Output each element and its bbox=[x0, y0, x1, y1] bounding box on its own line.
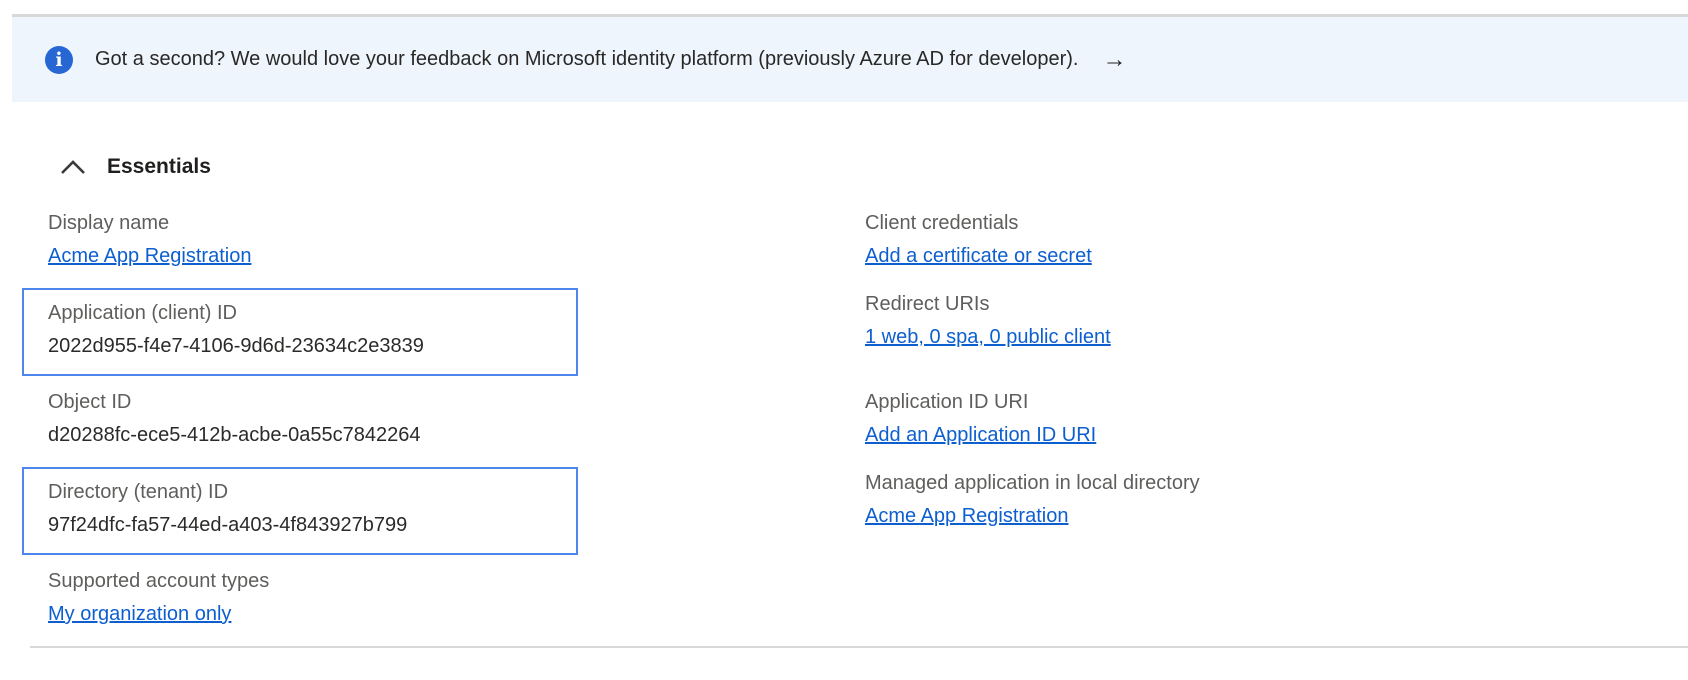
banner-text: Got a second? We would love your feedbac… bbox=[95, 48, 1079, 70]
redirect-uris-link[interactable]: 1 web, 0 spa, 0 public client bbox=[865, 326, 1111, 348]
field-label: Client credentials bbox=[865, 212, 1019, 234]
bottom-divider bbox=[30, 646, 1688, 648]
client-credentials-link[interactable]: Add a certificate or secret bbox=[865, 245, 1092, 267]
essentials-header[interactable]: Essentials bbox=[60, 155, 1688, 179]
arrow-right-icon[interactable]: → bbox=[1102, 46, 1126, 74]
field-label: Directory (tenant) ID bbox=[48, 481, 229, 503]
application-client-id-value: 2022d955-f4e7-4106-9d6d-23634c2e3839 bbox=[48, 335, 424, 357]
field-directory-tenant-id: Directory (tenant) ID 97f24dfc-fa57-44ed… bbox=[22, 467, 578, 555]
essentials-title: Essentials bbox=[107, 155, 211, 178]
directory-tenant-id-value: 97f24dfc-fa57-44ed-a403-4f843927b799 bbox=[48, 514, 408, 536]
field-label: Managed application in local directory bbox=[865, 472, 1200, 494]
field-application-id-uri: Application ID URI Add an Application ID… bbox=[865, 386, 1688, 452]
field-redirect-uris: Redirect URIs 1 web, 0 spa, 0 public cli… bbox=[865, 288, 1688, 354]
info-icon: i bbox=[45, 45, 73, 74]
display-name-link[interactable]: Acme App Registration bbox=[48, 245, 251, 267]
field-object-id: Object ID d20288fc-ece5-412b-acbe-0a55c7… bbox=[48, 386, 865, 452]
field-display-name: Display name Acme App Registration bbox=[48, 207, 865, 273]
field-supported-account-types: Supported account types My organization … bbox=[48, 565, 865, 631]
field-label: Application (client) ID bbox=[48, 302, 237, 324]
essentials-grid: Display name Acme App Registration Appli… bbox=[22, 207, 1688, 646]
application-id-uri-link[interactable]: Add an Application ID URI bbox=[865, 424, 1096, 446]
chevron-up-icon[interactable] bbox=[60, 159, 86, 175]
managed-application-link[interactable]: Acme App Registration bbox=[865, 505, 1068, 527]
field-managed-application: Managed application in local directory A… bbox=[865, 467, 1688, 533]
field-label: Display name bbox=[48, 212, 170, 234]
field-client-credentials: Client credentials Add a certificate or … bbox=[865, 207, 1688, 273]
object-id-value: d20288fc-ece5-412b-acbe-0a55c7842264 bbox=[48, 424, 421, 446]
field-label: Redirect URIs bbox=[865, 293, 990, 315]
field-label: Supported account types bbox=[48, 570, 270, 592]
supported-account-types-link[interactable]: My organization only bbox=[48, 603, 231, 625]
feedback-banner[interactable]: i Got a second? We would love your feedb… bbox=[12, 17, 1688, 102]
field-application-client-id: Application (client) ID 2022d955-f4e7-41… bbox=[22, 288, 578, 376]
field-label: Object ID bbox=[48, 391, 132, 413]
field-label: Application ID URI bbox=[865, 391, 1029, 413]
